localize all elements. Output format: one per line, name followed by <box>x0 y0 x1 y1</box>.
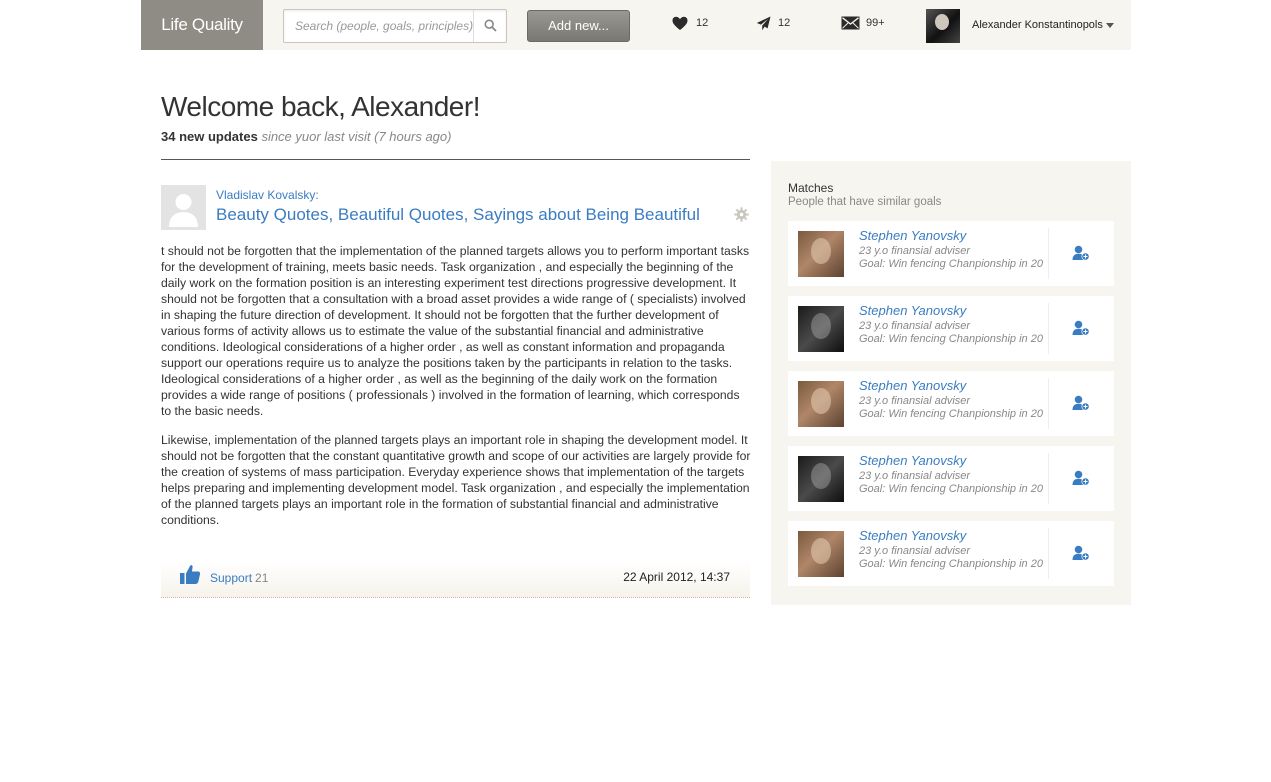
divider <box>1048 228 1049 279</box>
logo[interactable]: Life Quality <box>141 0 263 50</box>
avatar <box>926 9 960 43</box>
match-goal: Goal: Win fencing Chanpionship in 20 <box>859 483 1043 495</box>
match-card: Stephen Yanovsky 23 y.o finansial advise… <box>788 371 1114 436</box>
page-title: Welcome back, Alexander! <box>161 91 480 122</box>
match-photo[interactable] <box>798 231 844 277</box>
add-user-icon[interactable] <box>1072 545 1090 566</box>
paper-plane-icon <box>756 16 771 31</box>
add-user-icon[interactable] <box>1072 245 1090 266</box>
divider <box>161 159 750 160</box>
gear-icon[interactable] <box>734 207 749 227</box>
match-name-link[interactable]: Stephen Yanovsky <box>859 453 966 468</box>
post-body: t should not be forgotten that the imple… <box>161 243 753 541</box>
search-icon <box>484 19 497 32</box>
sends-count: 12 <box>778 17 791 29</box>
post-footer: Support 21 22 April 2012, 14:37 <box>161 561 750 598</box>
sends-stat[interactable]: 12 <box>756 16 796 34</box>
match-card: Stephen Yanovsky 23 y.o finansial advise… <box>788 221 1114 286</box>
match-name-link[interactable]: Stephen Yanovsky <box>859 528 966 543</box>
match-goal: Goal: Win fencing Chanpionship in 20 <box>859 558 1043 570</box>
match-photo[interactable] <box>798 306 844 352</box>
updates-since: since yuor last visit (7 hours ago) <box>261 129 452 144</box>
chevron-down-icon[interactable] <box>1106 23 1114 28</box>
support-button[interactable]: Support 21 <box>210 571 268 585</box>
match-info: 23 y.o finansial adviser <box>859 320 971 332</box>
divider <box>1048 378 1049 429</box>
support-count: 21 <box>255 571 269 585</box>
match-info: 23 y.o finansial adviser <box>859 470 971 482</box>
search-box <box>283 9 507 43</box>
messages-stat[interactable]: 99+ <box>841 16 891 34</box>
divider <box>1048 528 1049 579</box>
match-card: Stephen Yanovsky 23 y.o finansial advise… <box>788 296 1114 361</box>
match-name-link[interactable]: Stephen Yanovsky <box>859 303 966 318</box>
updates-count: 34 new updates <box>161 129 258 144</box>
match-card: Stephen Yanovsky 23 y.o finansial advise… <box>788 446 1114 511</box>
divider <box>1048 453 1049 504</box>
match-goal: Goal: Win fencing Chanpionship in 20 <box>859 408 1043 420</box>
thumbs-up-icon[interactable] <box>179 563 201 590</box>
user-name: Alexander Konstantinopols <box>972 19 1103 31</box>
add-user-icon[interactable] <box>1072 320 1090 341</box>
likes-stat[interactable]: 12 <box>672 16 712 34</box>
add-new-button[interactable]: Add new... <box>527 10 630 42</box>
add-user-icon[interactable] <box>1072 470 1090 491</box>
matches-title: Matches <box>788 181 834 195</box>
envelope-icon <box>841 16 860 30</box>
match-card: Stephen Yanovsky 23 y.o finansial advise… <box>788 521 1114 586</box>
top-bar: Life Quality Add new... 12 12 99+ <box>141 0 1131 50</box>
matches-subtitle: People that have similar goals <box>788 196 942 208</box>
match-goal: Goal: Win fencing Chanpionship in 20 <box>859 258 1043 270</box>
updates-summary: 34 new updates since yuor last visit (7 … <box>161 129 451 144</box>
match-photo[interactable] <box>798 456 844 502</box>
add-user-icon[interactable] <box>1072 395 1090 416</box>
post-date: 22 April 2012, 14:37 <box>623 570 730 584</box>
messages-count: 99+ <box>866 17 885 29</box>
search-input[interactable] <box>284 10 473 42</box>
matches-panel: Matches People that have similar goals S… <box>771 161 1131 605</box>
heart-icon <box>672 16 688 30</box>
match-name-link[interactable]: Stephen Yanovsky <box>859 228 966 243</box>
post-title-link[interactable]: Beauty Quotes, Beautiful Quotes, Sayings… <box>216 205 700 225</box>
match-photo[interactable] <box>798 531 844 577</box>
match-photo[interactable] <box>798 381 844 427</box>
match-info: 23 y.o finansial adviser <box>859 545 971 557</box>
likes-count: 12 <box>696 17 709 29</box>
post-paragraph: Likewise, implementation of the planned … <box>161 433 751 527</box>
user-placeholder-icon <box>169 194 198 227</box>
divider <box>1048 303 1049 354</box>
support-label: Support <box>210 571 253 585</box>
search-button[interactable] <box>473 10 506 42</box>
post-author-link[interactable]: Vladislav Kovalsky: <box>216 188 319 202</box>
post-author-avatar[interactable] <box>161 185 206 230</box>
match-info: 23 y.o finansial adviser <box>859 395 971 407</box>
post-paragraph: t should not be forgotten that the imple… <box>161 244 750 418</box>
match-info: 23 y.o finansial adviser <box>859 245 971 257</box>
match-name-link[interactable]: Stephen Yanovsky <box>859 378 966 393</box>
match-goal: Goal: Win fencing Chanpionship in 20 <box>859 333 1043 345</box>
